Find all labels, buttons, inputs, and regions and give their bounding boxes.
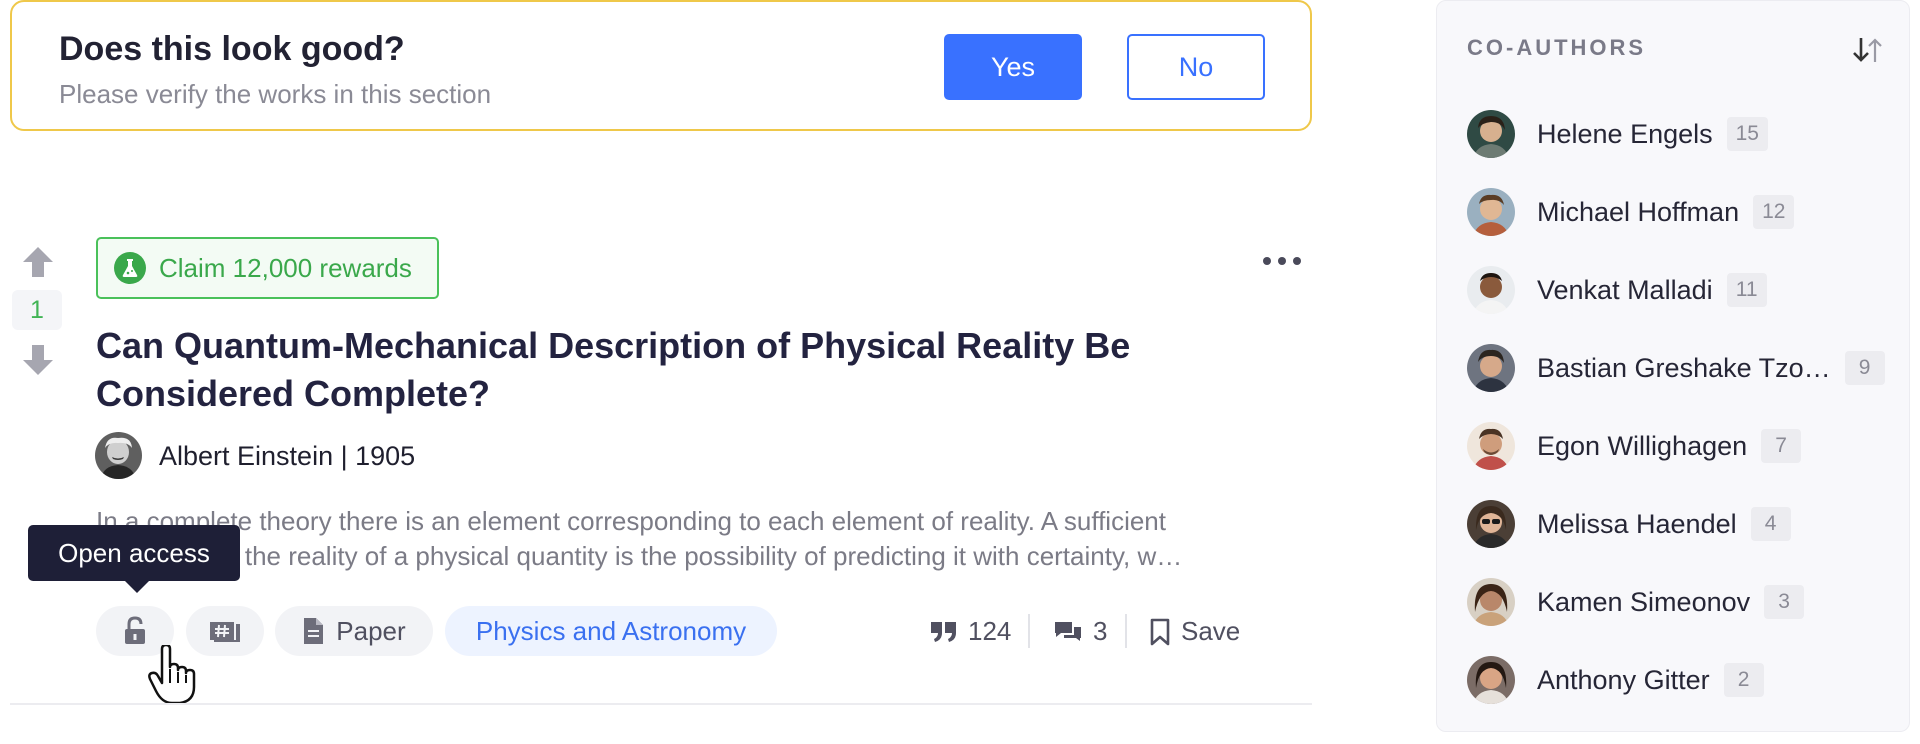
hash-icon [210, 622, 240, 642]
abstract-line-2: condition for the reality of a physical … [96, 541, 1183, 571]
author-avatar[interactable] [95, 432, 142, 479]
paper-title[interactable]: Can Quantum-Mechanical Description of Ph… [96, 322, 1246, 418]
coauthor-name: Egon Willighagen [1537, 430, 1748, 461]
no-button[interactable]: No [1127, 34, 1265, 100]
card-divider [10, 703, 1312, 705]
open-access-button[interactable] [96, 606, 174, 656]
topic-label: Physics and Astronomy [475, 615, 747, 646]
paper-type-label: Paper [336, 615, 406, 646]
coauthor-avatar [1467, 656, 1515, 704]
document-icon [304, 618, 324, 644]
more-options-icon[interactable] [1261, 252, 1303, 270]
coauthor-avatar [1467, 266, 1515, 314]
coauthor-item[interactable]: Michael Hoffman 12 [1467, 187, 1795, 237]
coauthor-avatar [1467, 578, 1515, 626]
coauthor-item[interactable]: Melissa Haendel 4 [1467, 499, 1791, 549]
coauthor-name: Venkat Malladi [1537, 274, 1713, 305]
author-year[interactable]: Albert Einstein | 1905 [159, 441, 415, 472]
coauthor-avatar [1467, 500, 1515, 548]
lock-icon [125, 616, 145, 644]
coauthor-count: 7 [1761, 429, 1802, 463]
coauthor-count: 15 [1726, 117, 1768, 151]
coauthor-count: 9 [1844, 351, 1885, 385]
bookmark-icon [1150, 618, 1170, 645]
citations-value: 124 [968, 616, 1012, 646]
save-label: Save [1181, 616, 1241, 646]
yes-button[interactable]: Yes [944, 34, 1082, 100]
comments-value: 3 [1093, 616, 1108, 646]
downvote-arrow-icon[interactable] [20, 343, 56, 377]
coauthor-item[interactable]: Egon Willighagen 7 [1467, 421, 1802, 471]
coauthor-count: 2 [1723, 663, 1764, 697]
coauthor-avatar [1467, 110, 1515, 158]
verify-banner: Does this look good? Please verify the w… [10, 0, 1312, 131]
coauthor-item[interactable]: Venkat Malladi 11 [1467, 265, 1767, 315]
coauthor-avatar [1467, 344, 1515, 392]
coauthors-panel: CO-AUTHORS Helene Engels 15 Michael Hoff… [1436, 0, 1910, 732]
sort-icon[interactable] [1851, 35, 1885, 65]
coauthor-name: Melissa Haendel [1537, 508, 1737, 539]
verify-question: Does this look good? [59, 30, 405, 68]
hashtag-button[interactable] [186, 606, 264, 656]
claim-rewards-button[interactable]: Claim 12,000 rewards [96, 237, 439, 299]
coauthor-name: Kamen Simeonov [1537, 586, 1751, 617]
abstract-line-1: In a complete theory there is an element… [96, 506, 1166, 536]
upvote-arrow-icon[interactable] [20, 245, 56, 279]
coauthor-item[interactable]: Bastian Greshake Tzo… 9 [1467, 343, 1885, 393]
open-access-tooltip: Open access [28, 525, 240, 593]
citations-count[interactable]: 124 [930, 616, 1011, 647]
coauthor-name: Michael Hoffman [1537, 196, 1740, 227]
coauthor-name: Bastian Greshake Tzo… [1537, 352, 1831, 383]
paper-type-button[interactable]: Paper [275, 606, 433, 656]
stat-divider [1125, 614, 1127, 648]
paper-abstract: In a complete theory there is an element… [96, 504, 1246, 574]
comments-count[interactable]: 3 [1053, 616, 1107, 647]
vote-score: 1 [12, 290, 62, 330]
coauthor-avatar [1467, 422, 1515, 470]
coauthor-avatar [1467, 188, 1515, 236]
claim-rewards-label: Claim 12,000 rewards [159, 252, 412, 283]
quote-icon [931, 621, 956, 642]
coauthor-item[interactable]: Anthony Gitter 2 [1467, 655, 1764, 705]
coauthor-item[interactable]: Helene Engels 15 [1467, 109, 1768, 159]
coauthor-name: Anthony Gitter [1537, 664, 1710, 695]
coauthor-count: 3 [1764, 585, 1805, 619]
coauthor-name: Helene Engels [1537, 118, 1713, 149]
topic-tag[interactable]: Physics and Astronomy [445, 606, 777, 656]
coauthors-title: CO-AUTHORS [1467, 35, 1647, 60]
comment-icon [1055, 621, 1081, 641]
coauthor-item[interactable]: Kamen Simeonov 3 [1467, 577, 1805, 627]
save-button[interactable]: Save [1149, 616, 1240, 647]
flask-icon [114, 252, 146, 284]
verify-subtitle: Please verify the works in this section [59, 79, 492, 109]
coauthor-count: 4 [1750, 507, 1791, 541]
coauthor-count: 11 [1726, 273, 1767, 307]
coauthor-count: 12 [1753, 195, 1795, 229]
stat-divider [1028, 614, 1030, 648]
